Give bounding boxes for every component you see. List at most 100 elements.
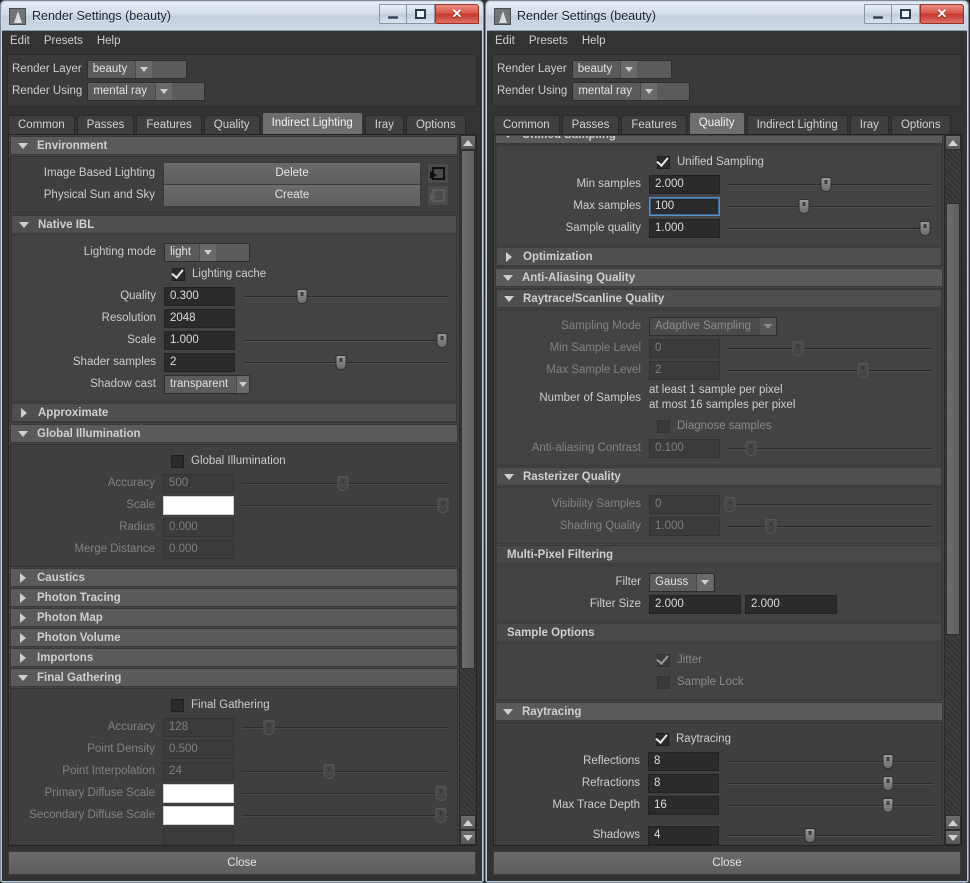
refractions-field[interactable]: 8 [648, 773, 719, 793]
render-using-label: Render Using [497, 85, 568, 97]
scrollbar-thumb[interactable] [946, 203, 960, 636]
jitter-row: Jitter [497, 649, 941, 671]
refractions-slider[interactable] [727, 774, 934, 793]
min-samples-slider[interactable] [728, 175, 933, 194]
scroll-down-step-arrow[interactable] [945, 830, 961, 845]
section-photon-volume-header[interactable]: Photon Volume [10, 628, 458, 647]
reflections-field[interactable]: 8 [648, 751, 719, 771]
lighting-cache-checkbox[interactable] [172, 267, 185, 281]
tab-passes[interactable]: Passes [561, 115, 620, 134]
menu-edit[interactable]: Edit [495, 35, 515, 47]
scrollbar-thumb[interactable] [461, 150, 475, 669]
render-layer-combo[interactable]: beauty [571, 59, 672, 79]
section-environment-header[interactable]: Environment [10, 136, 458, 155]
reflections-slider[interactable] [727, 752, 934, 771]
ibl-scale-slider[interactable] [243, 331, 448, 350]
shadows-slider[interactable] [727, 826, 934, 845]
section-photon-tracing-header[interactable]: Photon Tracing [10, 588, 458, 607]
close-button-right[interactable]: Close [493, 851, 961, 875]
section-optimization-header[interactable]: Optimization [496, 247, 942, 266]
scroll-up-arrow[interactable] [460, 135, 476, 150]
scrollbar-track[interactable] [945, 150, 961, 815]
tab-options[interactable]: Options [405, 115, 466, 134]
tab-iray[interactable]: Iray [364, 115, 404, 134]
tab-iray[interactable]: Iray [849, 115, 889, 134]
section-importons-header[interactable]: Importons [10, 648, 458, 667]
section-multipixel-header[interactable]: Multi-Pixel Filtering [496, 545, 942, 564]
global-illumination-checkbox[interactable] [171, 454, 184, 468]
ibl-select-node-icon[interactable] [427, 162, 449, 184]
tab-features[interactable]: Features [136, 115, 202, 134]
vertical-scrollbar-left[interactable] [459, 135, 476, 845]
sample-quality-field[interactable]: 1.000 [649, 218, 720, 238]
section-photon-map-header[interactable]: Photon Map [10, 608, 458, 627]
lighting-mode-combo[interactable]: light [164, 242, 250, 262]
scroll-up-arrow[interactable] [945, 135, 961, 150]
filter-size-y-field[interactable]: 2.000 [745, 594, 837, 614]
section-global-illumination-header[interactable]: Global Illumination [10, 424, 458, 443]
minimize-button[interactable] [864, 4, 892, 24]
scroll-up-step-arrow[interactable] [460, 815, 476, 830]
menu-presets[interactable]: Presets [44, 35, 83, 47]
tab-indirect-lighting[interactable]: Indirect Lighting [746, 115, 848, 134]
scroll-down-step-arrow[interactable] [460, 830, 476, 845]
title-bar[interactable]: Render Settings (beauty) ✕ [2, 2, 482, 30]
shader-samples-slider[interactable] [243, 353, 448, 372]
section-caustics-header[interactable]: Caustics [10, 568, 458, 587]
max-trace-depth-field[interactable]: 16 [648, 795, 719, 815]
ibl-quality-field[interactable]: 0.300 [164, 286, 235, 306]
sample-quality-slider[interactable] [728, 219, 933, 238]
sun-sky-create-button[interactable]: Create [163, 183, 421, 207]
render-using-combo[interactable]: mental ray [87, 81, 206, 101]
scrollbar-track[interactable] [460, 150, 476, 815]
section-final-gathering-header[interactable]: Final Gathering [10, 668, 458, 687]
section-raytracing-header[interactable]: Raytracing [495, 702, 943, 721]
shadow-cast-combo[interactable]: transparent [164, 374, 250, 394]
section-approximate-header[interactable]: Approximate [11, 403, 457, 422]
scroll-up-step-arrow[interactable] [945, 815, 961, 830]
menu-help[interactable]: Help [582, 35, 606, 47]
section-rasterizer-header[interactable]: Rasterizer Quality [496, 467, 942, 486]
menu-help[interactable]: Help [97, 35, 121, 47]
tab-features[interactable]: Features [621, 115, 687, 134]
minimize-button[interactable] [379, 4, 407, 24]
ibl-quality-slider[interactable] [243, 287, 448, 306]
shadows-field[interactable]: 4 [648, 825, 719, 845]
final-gathering-checkbox[interactable] [171, 698, 184, 712]
menu-presets[interactable]: Presets [529, 35, 568, 47]
ibl-scale-field[interactable]: 1.000 [164, 330, 235, 350]
max-samples-field[interactable]: 100 [649, 196, 720, 216]
vertical-scrollbar-right[interactable] [944, 135, 961, 845]
section-anti-aliasing-header[interactable]: Anti-Aliasing Quality [495, 268, 943, 287]
shader-samples-field[interactable]: 2 [164, 352, 235, 372]
section-raytrace-scanline-header[interactable]: Raytrace/Scanline Quality [496, 289, 942, 308]
tab-quality[interactable]: Quality [203, 115, 260, 134]
raytracing-checkbox[interactable] [656, 732, 669, 746]
ibl-resolution-field[interactable]: 2048 [164, 308, 235, 328]
close-window-button[interactable]: ✕ [435, 4, 479, 24]
tab-quality[interactable]: Quality [688, 112, 745, 134]
ibl-delete-button[interactable]: Delete [163, 161, 421, 185]
tab-indirect-lighting[interactable]: Indirect Lighting [261, 112, 363, 134]
render-using-combo[interactable]: mental ray [572, 81, 691, 101]
tab-common[interactable]: Common [8, 115, 75, 134]
render-layer-combo[interactable]: beauty [86, 59, 187, 79]
min-samples-field[interactable]: 2.000 [649, 174, 720, 194]
section-native-ibl-header[interactable]: Native IBL [11, 215, 457, 234]
filter-size-x-field[interactable]: 2.000 [649, 594, 741, 614]
unified-sampling-checkbox[interactable] [657, 155, 670, 169]
title-bar[interactable]: Render Settings (beauty) ✕ [487, 2, 967, 30]
max-trace-depth-slider[interactable] [727, 796, 934, 815]
tab-common[interactable]: Common [493, 115, 560, 134]
section-sample-options-header[interactable]: Sample Options [496, 623, 942, 642]
close-window-button[interactable]: ✕ [920, 4, 964, 24]
tab-options[interactable]: Options [890, 115, 951, 134]
section-unified-sampling-header-clipped[interactable]: Unified Sampling [495, 136, 943, 144]
filter-combo[interactable]: Gauss [649, 572, 715, 592]
menu-edit[interactable]: Edit [10, 35, 30, 47]
maximize-button[interactable] [407, 4, 435, 24]
tab-passes[interactable]: Passes [76, 115, 135, 134]
maximize-button[interactable] [892, 4, 920, 24]
close-button-left[interactable]: Close [8, 851, 476, 875]
max-samples-slider[interactable] [728, 197, 933, 216]
